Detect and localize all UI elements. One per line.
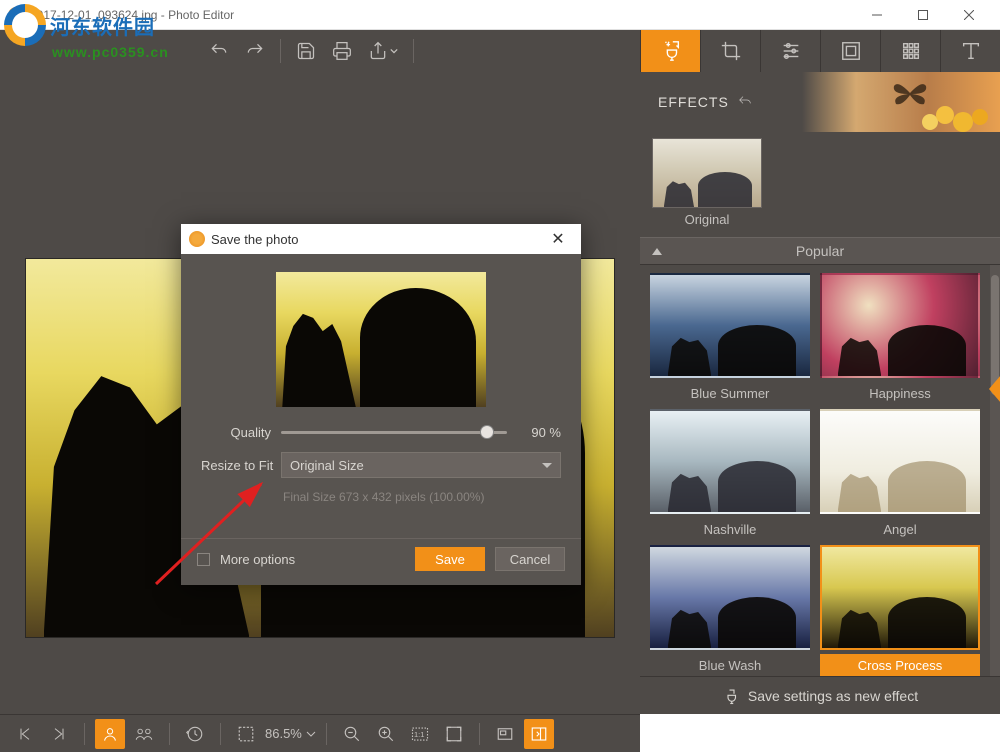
- chevron-down-icon: [542, 463, 552, 468]
- effect-item-angel[interactable]: Angel: [820, 409, 980, 541]
- panels-toggle-button[interactable]: [524, 719, 554, 749]
- dialog-close-button[interactable]: ✕: [543, 229, 573, 249]
- redo-button[interactable]: [238, 34, 272, 68]
- flowers-decal-icon: [915, 87, 995, 137]
- tab-effects[interactable]: [640, 30, 700, 72]
- effect-item-blue-summer[interactable]: Blue Summer: [650, 273, 810, 405]
- effect-item-cross-process[interactable]: Cross Process: [820, 545, 980, 676]
- scrollbar-thumb[interactable]: [991, 275, 999, 395]
- effect-label: Nashville: [650, 518, 810, 541]
- crop-size-button[interactable]: [231, 719, 261, 749]
- zoom-fit-button[interactable]: [439, 719, 469, 749]
- next-image-button[interactable]: [44, 719, 74, 749]
- history-button[interactable]: [180, 719, 210, 749]
- tab-text[interactable]: [940, 30, 1000, 72]
- save-dialog: Save the photo ✕ Quality 90 % Resize to …: [181, 224, 581, 585]
- right-tabs: [640, 30, 1000, 72]
- effect-thumbnail: [820, 545, 980, 650]
- dialog-preview-image: [276, 272, 486, 407]
- final-size-text: Final Size 673 x 432 pixels (100.00%): [283, 490, 561, 504]
- dialog-cancel-button[interactable]: Cancel: [495, 547, 565, 571]
- window-minimize-button[interactable]: [854, 0, 900, 30]
- effect-thumbnail: [820, 409, 980, 514]
- window-title: 2017-12-01_093624.jpg - Photo Editor: [30, 8, 854, 22]
- more-options-label: More options: [220, 552, 405, 567]
- tab-adjust[interactable]: [760, 30, 820, 72]
- effect-label: Blue Wash: [650, 654, 810, 676]
- popular-header[interactable]: Popular: [640, 237, 1000, 265]
- view-compare-button[interactable]: [129, 719, 159, 749]
- effect-thumbnail: [650, 273, 810, 378]
- effect-label: Cross Process: [820, 654, 980, 676]
- effect-label: Blue Summer: [650, 382, 810, 405]
- effects-reset-icon[interactable]: [737, 94, 753, 110]
- quality-slider[interactable]: [281, 431, 507, 434]
- window-maximize-button[interactable]: [900, 0, 946, 30]
- quality-label: Quality: [201, 425, 271, 440]
- save-as-effect-button[interactable]: Save settings as new effect: [640, 676, 1000, 714]
- view-single-button[interactable]: [95, 719, 125, 749]
- zoom-readout[interactable]: 86.5%: [265, 726, 316, 741]
- effects-grid: Blue Summer Happiness Nashville Angel Blue W…: [640, 265, 1000, 676]
- navigator-button[interactable]: [490, 719, 520, 749]
- share-button[interactable]: [361, 34, 405, 68]
- save-button[interactable]: [289, 34, 323, 68]
- effect-thumbnail: [820, 273, 980, 378]
- top-toolbar: [0, 30, 640, 72]
- window-close-button[interactable]: [946, 0, 992, 30]
- quality-slider-thumb[interactable]: [480, 425, 494, 439]
- prev-image-button[interactable]: [10, 719, 40, 749]
- dialog-titlebar[interactable]: Save the photo ✕: [181, 224, 581, 254]
- collapse-triangle-icon: [652, 248, 662, 255]
- popular-label: Popular: [796, 243, 844, 259]
- original-thumbnail[interactable]: Original: [652, 138, 762, 227]
- effect-thumbnail: [650, 409, 810, 514]
- tab-frame[interactable]: [820, 30, 880, 72]
- quality-value: 90 %: [517, 425, 561, 440]
- zoom-actual-button[interactable]: 1:1: [405, 719, 435, 749]
- undo-button[interactable]: [202, 34, 236, 68]
- resize-select[interactable]: Original Size: [281, 452, 561, 478]
- zoom-value: 86.5%: [265, 726, 302, 741]
- bottom-toolbar: 86.5% 1:1: [0, 714, 640, 752]
- print-button[interactable]: [325, 34, 359, 68]
- effects-title: EFFECTS: [658, 94, 729, 110]
- effect-item-blue-wash[interactable]: Blue Wash: [650, 545, 810, 676]
- tab-crop[interactable]: [700, 30, 760, 72]
- chevron-down-icon: [306, 729, 316, 739]
- app-icon: [8, 7, 24, 23]
- svg-text:1:1: 1:1: [414, 730, 424, 739]
- save-as-effect-label: Save settings as new effect: [748, 688, 918, 704]
- effect-thumbnail: [650, 545, 810, 650]
- tab-texture[interactable]: [880, 30, 940, 72]
- zoom-out-button[interactable]: [337, 719, 367, 749]
- window-titlebar: 2017-12-01_093624.jpg - Photo Editor: [0, 0, 1000, 30]
- dialog-title: Save the photo: [211, 232, 298, 247]
- dialog-save-button[interactable]: Save: [415, 547, 485, 571]
- effect-label: Happiness: [820, 382, 980, 405]
- dialog-app-icon: [189, 231, 205, 247]
- effects-header: EFFECTS: [640, 72, 1000, 132]
- resize-value: Original Size: [290, 458, 364, 473]
- effect-item-happiness[interactable]: Happiness: [820, 273, 980, 405]
- zoom-in-button[interactable]: [371, 719, 401, 749]
- more-options-checkbox[interactable]: [197, 553, 210, 566]
- effect-label: Angel: [820, 518, 980, 541]
- effects-scrollbar[interactable]: [990, 265, 1000, 676]
- effect-item-nashville[interactable]: Nashville: [650, 409, 810, 541]
- original-label: Original: [652, 212, 762, 227]
- resize-label: Resize to Fit: [201, 458, 271, 473]
